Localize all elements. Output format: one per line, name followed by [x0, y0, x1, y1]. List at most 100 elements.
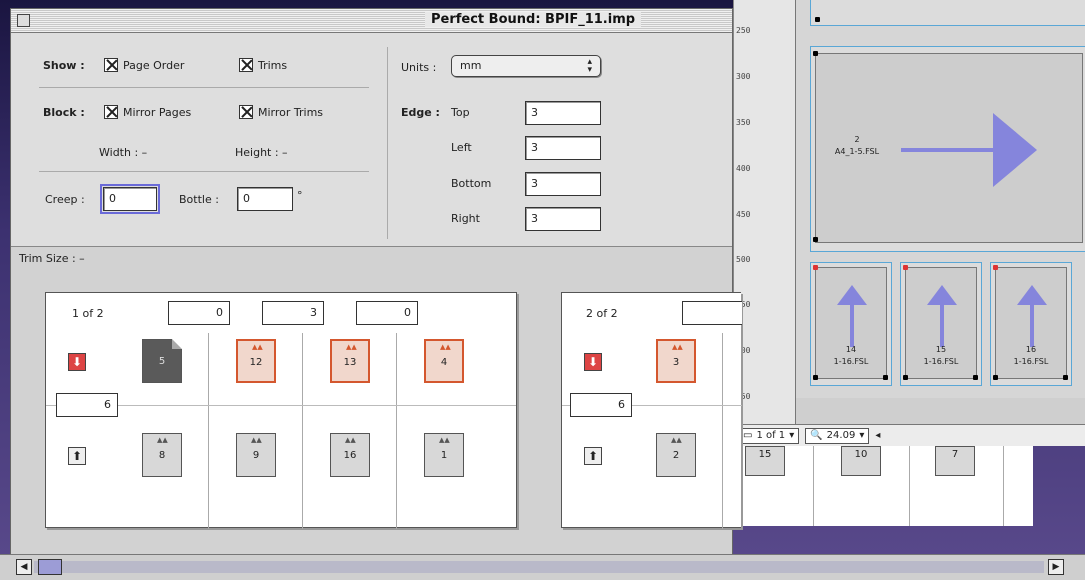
page-icon-12[interactable]: ▲▲ 12	[236, 339, 276, 383]
small-page-number: 15	[935, 345, 947, 354]
small-page-number: 16	[1025, 345, 1037, 354]
bottle-unit: °	[297, 189, 303, 202]
page-icon-16[interactable]: ▲▲ 16	[330, 433, 370, 477]
trims-checkbox[interactable]: Trims	[239, 58, 287, 72]
preview-statusbar: ▭ 1 of 1 ▾ 🔍 24.09 ▾ ◂	[734, 424, 1085, 446]
edge-bottom-label: Bottom	[451, 177, 492, 190]
units-value: mm	[460, 59, 482, 72]
zoom-popup[interactable]: 🔍 24.09 ▾	[805, 427, 870, 444]
page-icon-15[interactable]: 15	[745, 446, 785, 476]
units-select[interactable]: mm ▴ ▾	[451, 55, 601, 77]
page-icon-10[interactable]: 10	[841, 446, 881, 476]
page-icon-3[interactable]: ▲▲ 3	[656, 339, 696, 383]
page-number: 13	[343, 357, 357, 368]
page-number: 5	[158, 356, 166, 367]
edge-left-input[interactable]: 3	[525, 136, 601, 160]
creep-input[interactable]: 0	[100, 184, 160, 214]
close-box-icon[interactable]	[17, 14, 30, 27]
edge-right-input[interactable]: 3	[525, 207, 601, 231]
page-number: 12	[249, 357, 263, 368]
small-page-file: 1-16.FSL	[833, 357, 869, 366]
mirror-pages-checkbox[interactable]: Mirror Pages	[104, 105, 191, 119]
page-icon-8[interactable]: ▲▲ 8	[142, 433, 182, 477]
page-order-checkbox[interactable]: Page Order	[104, 58, 184, 72]
height-readout: Height : –	[235, 146, 288, 159]
scroll-left-icon[interactable]: ◂	[875, 430, 880, 441]
scroll-track[interactable]	[34, 561, 1044, 573]
page-number: 3	[672, 357, 680, 368]
ruler-tick: 350	[736, 118, 751, 127]
page-number: 10	[854, 449, 868, 460]
page-2-file: A4_1-5.FSL	[834, 147, 880, 156]
checkbox-checked-icon	[239, 105, 253, 119]
small-page-14: 14 1-16.FSL	[810, 262, 892, 386]
checkbox-checked-icon	[104, 58, 118, 72]
column-gutter-field[interactable]: 3	[262, 301, 324, 325]
page-number: 9	[252, 450, 260, 461]
page-icon-4[interactable]: ▲▲ 4	[424, 339, 464, 383]
page-icon-9[interactable]: ▲▲ 9	[236, 433, 276, 477]
arrow-right-icon	[901, 113, 1037, 187]
vertical-ruler: 250 300 350 400 450 500 550 600 650	[734, 0, 796, 424]
window-title: Perfect Bound: BPIF_11.imp	[425, 12, 642, 27]
width-readout: Width : –	[99, 146, 148, 159]
edge-label: Edge :	[401, 106, 440, 119]
edge-bottom-input[interactable]: 3	[525, 172, 601, 196]
row-gutter-field[interactable]: 6	[570, 393, 632, 417]
small-page-file: 1-16.FSL	[1013, 357, 1049, 366]
column-gutter-field[interactable]: 0	[168, 301, 230, 325]
edge-left-label: Left	[451, 141, 472, 154]
sheet-top	[810, 0, 1085, 26]
column-gutter-field[interactable]	[682, 301, 742, 325]
ruler-tick: 300	[736, 72, 751, 81]
horizontal-scrollbar[interactable]: ◀ ▶	[0, 554, 1085, 580]
layout-area: Trim Size : – 1 of 2 0 3 0 6 ⬇ ⬆ 5 ▲▲ 12 …	[11, 246, 742, 563]
page-number: 7	[951, 449, 959, 460]
page-number: 4	[440, 357, 448, 368]
row-gutter-field[interactable]: 6	[56, 393, 118, 417]
page-icon-5[interactable]: 5	[142, 339, 182, 383]
page-icon-7[interactable]: 7	[935, 446, 975, 476]
edge-top-label: Top	[451, 106, 470, 119]
trims-label: Trims	[258, 58, 288, 72]
imposition-preview-window: 250 300 350 400 450 500 550 600 650 2 A4…	[733, 0, 1085, 446]
page-icon-2[interactable]: ▲▲ 2	[656, 433, 696, 477]
page-icon-1[interactable]: ▲▲ 1	[424, 433, 464, 477]
page-number: 15	[758, 449, 772, 460]
chevron-down-icon: ▾	[789, 430, 795, 441]
arrow-up-icon	[927, 285, 957, 347]
flip-down-icon[interactable]: ⬇	[68, 353, 86, 371]
checkbox-checked-icon	[104, 105, 118, 119]
block-label: Block :	[43, 106, 85, 119]
perfect-bound-dialog: Perfect Bound: BPIF_11.imp Show : Page O…	[10, 8, 742, 580]
updown-arrow-icon: ▴ ▾	[587, 57, 592, 75]
ruler-tick: 450	[736, 210, 751, 219]
column-gutter-field[interactable]: 0	[356, 301, 418, 325]
zoom-value: 24.09	[826, 430, 856, 441]
sheet-page-2: 2 A4_1-5.FSL	[810, 46, 1085, 252]
page-2-label: 2	[854, 135, 860, 144]
page-count-popup[interactable]: ▭ 1 of 1 ▾	[738, 427, 800, 444]
flip-up-icon[interactable]: ⬆	[68, 447, 86, 465]
scroll-thumb[interactable]	[38, 559, 62, 575]
edge-top-input[interactable]: 3	[525, 101, 601, 125]
page-number: 2	[672, 450, 680, 461]
title-bar[interactable]: Perfect Bound: BPIF_11.imp	[11, 9, 732, 33]
small-page-number: 14	[845, 345, 857, 354]
page-number: 1	[440, 450, 448, 461]
small-page-file: 1-16.FSL	[923, 357, 959, 366]
bottle-input[interactable]: 0	[237, 187, 293, 211]
trim-size-readout: Trim Size : –	[19, 252, 85, 265]
show-label: Show :	[43, 59, 85, 72]
signature-panel-1: 1 of 2 0 3 0 6 ⬇ ⬆ 5 ▲▲ 12 ▲▲ 13 ▲▲ 4 ▲▲ 8 ▲…	[45, 292, 517, 529]
scroll-left-arrow-icon[interactable]: ◀	[16, 559, 32, 575]
mirror-pages-label: Mirror Pages	[123, 105, 192, 119]
signature-panel-2: 2 of 2 6 ⬇ ⬆ ▲▲ 3 ▲▲ 2	[561, 292, 742, 529]
chevron-down-icon: ▾	[859, 430, 865, 441]
flip-down-icon[interactable]: ⬇	[584, 353, 602, 371]
scroll-right-arrow-icon[interactable]: ▶	[1048, 559, 1064, 575]
mirror-trims-label: Mirror Trims	[258, 105, 324, 119]
mirror-trims-checkbox[interactable]: Mirror Trims	[239, 105, 323, 119]
page-icon-13[interactable]: ▲▲ 13	[330, 339, 370, 383]
flip-up-icon[interactable]: ⬆	[584, 447, 602, 465]
